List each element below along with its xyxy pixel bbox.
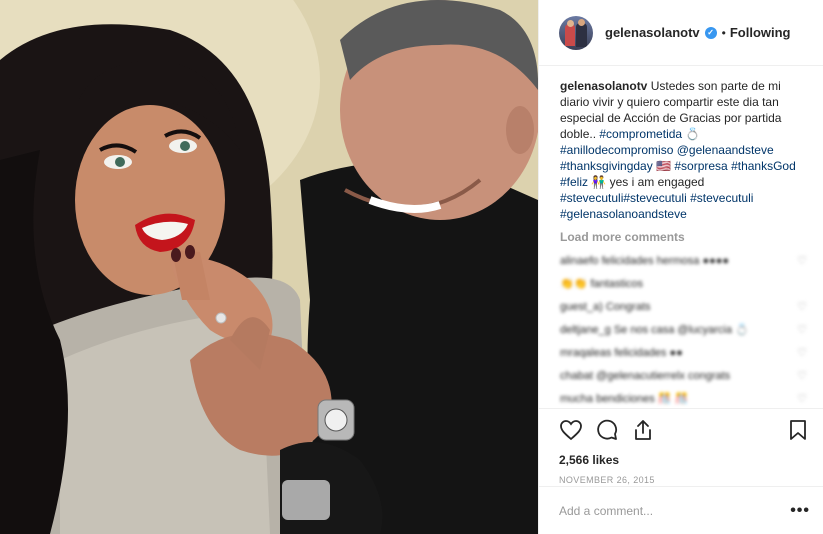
hashtag-link[interactable]: #comprometida	[599, 127, 682, 141]
comment-icon[interactable]	[595, 418, 619, 442]
action-icons	[559, 417, 810, 443]
comment-list: alinaefo felicidades hermosa ●●●● ♡ 👏👏 f…	[560, 254, 807, 407]
following-button[interactable]: Following	[730, 25, 791, 40]
caption-text: 👫 yes i am engaged	[588, 175, 705, 189]
likes-count[interactable]: 2,566 likes	[559, 453, 810, 467]
bookmark-icon[interactable]	[786, 418, 810, 442]
header-separator: •	[721, 25, 726, 40]
add-comment-bar: Add a comment... •••	[539, 486, 823, 534]
list-item: mucha bendiciones 🎊 🎊 ♡	[560, 392, 807, 407]
avatar[interactable]	[559, 15, 593, 50]
comment-text: alinaefo felicidades hermosa ●●●●	[560, 255, 730, 267]
caption-text: 💍	[682, 127, 701, 141]
list-item: chabat @gelenacutierrelx congrats ♡	[560, 369, 807, 384]
hashtag-link[interactable]: #anillodecompromiso	[560, 143, 673, 157]
hashtag-link[interactable]: #sorpresa	[674, 159, 727, 173]
post-actions: 2,566 likes NOVEMBER 26, 2015	[539, 408, 823, 485]
list-item: alinaefo felicidades hermosa ●●●● ♡	[560, 254, 807, 269]
comment-text: chabat @gelenacutierrelx congrats	[560, 370, 731, 382]
post-side-panel: gelenasolanotv ✓ • Following gelenasolan…	[538, 0, 823, 534]
hashtag-link[interactable]: #thanksgivingday	[560, 159, 653, 173]
comment-text: mucha bendiciones 🎊 🎊	[560, 393, 689, 405]
header-username[interactable]: gelenasolanotv	[605, 25, 700, 40]
list-item: guest_a) Congrats ♡	[560, 300, 807, 315]
post-photo[interactable]	[0, 0, 538, 534]
comment-like-icon[interactable]: ♡	[797, 346, 807, 361]
caption-username[interactable]: gelenasolanotv	[560, 79, 647, 93]
hashtag-link[interactable]: #thanksGod	[731, 159, 796, 173]
comment-like-icon[interactable]: ♡	[797, 323, 807, 338]
list-item: mraqaleas felicidades ●● ♡	[560, 346, 807, 361]
comment-like-icon[interactable]: ♡	[797, 369, 807, 384]
hashtag-link[interactable]: #stevecutuli#stevecutuli	[560, 191, 687, 205]
couple-photo	[0, 0, 538, 534]
caption-text: 🇺🇸	[652, 159, 675, 173]
more-options-icon[interactable]: •••	[790, 502, 810, 520]
hashtag-link[interactable]: #stevecutuli	[690, 191, 753, 205]
post-header: gelenasolanotv ✓ • Following	[539, 0, 823, 66]
comment-text: 👏👏 fantasticos	[560, 278, 644, 290]
hashtag-link[interactable]: #gelenasolanoandsteve	[560, 207, 687, 221]
instagram-post: gelenasolanotv ✓ • Following gelenasolan…	[0, 0, 823, 534]
post-caption: gelenasolanotv Ustedes son parte de mi d…	[560, 78, 807, 222]
comment-like-icon[interactable]: ♡	[797, 254, 807, 269]
post-date: NOVEMBER 26, 2015	[559, 475, 655, 485]
verified-badge-icon: ✓	[704, 26, 717, 39]
comment-text: deltjane_g Se nos casa @lucyarcia 💍	[560, 324, 749, 336]
comment-like-icon[interactable]: ♡	[797, 392, 807, 407]
add-comment-input[interactable]: Add a comment...	[559, 504, 653, 518]
load-more-comments-button[interactable]: Load more comments	[560, 230, 807, 244]
comments-section: gelenasolanotv Ustedes son parte de mi d…	[539, 66, 823, 411]
mention-link[interactable]: @gelenaandsteve	[677, 143, 774, 157]
comment-text: mraqaleas felicidades ●●	[560, 347, 683, 359]
comment-text: guest_a) Congrats	[560, 301, 651, 313]
share-icon[interactable]	[631, 418, 655, 442]
list-item: 👏👏 fantasticos	[560, 277, 807, 292]
comment-like-icon[interactable]: ♡	[797, 300, 807, 315]
list-item: deltjane_g Se nos casa @lucyarcia 💍 ♡	[560, 323, 807, 338]
hashtag-link[interactable]: #feliz	[560, 175, 588, 189]
heart-icon[interactable]	[559, 418, 583, 442]
